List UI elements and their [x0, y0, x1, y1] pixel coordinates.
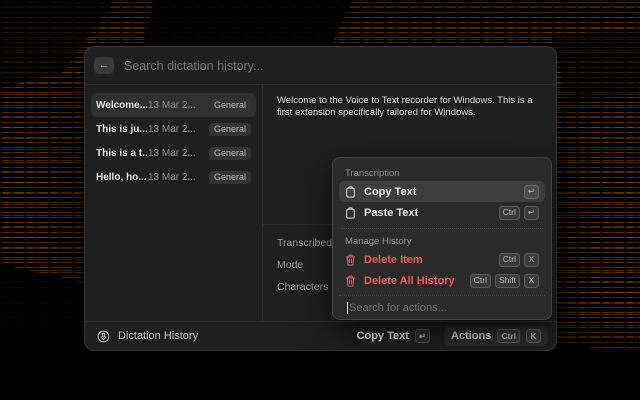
- actions-popup: Transcription Copy Text ↵ Paste Text Ctr…: [332, 157, 552, 320]
- trash-icon: [345, 254, 356, 266]
- list-item[interactable]: This is ju... 13 Mar 2... General: [91, 117, 256, 141]
- ctrl-key: Ctrl: [470, 274, 491, 288]
- ctrl-key: Ctrl: [497, 329, 520, 343]
- menu-item-label: Paste Text: [364, 207, 418, 219]
- item-badge: General: [209, 171, 251, 184]
- menu-item-delete-all-history[interactable]: Delete All History Ctrl Shift X: [339, 270, 545, 291]
- return-key: ↵: [524, 185, 539, 199]
- search-input[interactable]: [124, 59, 544, 73]
- list-item[interactable]: Hello, ho... 13 Mar 2... General: [91, 165, 256, 189]
- menu-item-label: Copy Text: [364, 186, 416, 198]
- item-title: Hello, ho...: [96, 172, 148, 183]
- history-list: Welcome... 13 Mar 2... General This is j…: [85, 85, 263, 321]
- clipboard-icon: [345, 207, 356, 219]
- app-identity: Dictation History: [97, 330, 198, 343]
- k-key: K: [526, 329, 541, 343]
- clipboard-icon: [345, 186, 356, 198]
- shortcut-keys: Ctrl Shift X: [470, 274, 539, 288]
- item-badge: General: [209, 123, 251, 136]
- popup-section-title: Transcription: [339, 166, 545, 181]
- text-cursor: [347, 302, 348, 314]
- return-key: ↵: [415, 329, 430, 343]
- actions-button[interactable]: Actions Ctrl K: [444, 326, 548, 346]
- popup-section-title: Manage History: [339, 234, 545, 249]
- back-arrow-icon: ←: [99, 60, 110, 71]
- search-header: ←: [85, 47, 556, 85]
- item-title: This is a t...: [96, 148, 148, 159]
- menu-item-delete-item[interactable]: Delete Item Ctrl X: [339, 249, 545, 270]
- shortcut-keys: Ctrl ↵: [499, 206, 539, 220]
- shortcut-keys: Ctrl X: [499, 253, 539, 267]
- copy-text-button[interactable]: Copy Text ↵: [357, 329, 430, 343]
- item-badge: General: [209, 147, 251, 160]
- list-item[interactable]: Welcome... 13 Mar 2... General: [91, 93, 256, 117]
- x-key: X: [524, 274, 539, 288]
- item-date: 13 Mar 2...: [148, 100, 196, 111]
- item-date: 13 Mar 2...: [148, 172, 196, 183]
- actions-label: Actions: [451, 330, 491, 342]
- ctrl-key: Ctrl: [499, 206, 520, 220]
- trash-icon: [345, 275, 356, 287]
- actions-search-input[interactable]: Search for actions...: [339, 295, 545, 319]
- microphone-icon: [97, 330, 110, 343]
- actions-search-placeholder: Search for actions...: [349, 302, 447, 314]
- popup-divider: [341, 228, 543, 229]
- copy-text-label: Copy Text: [357, 330, 409, 342]
- menu-item-copy-text[interactable]: Copy Text ↵: [339, 181, 545, 202]
- item-date: 13 Mar 2...: [148, 148, 196, 159]
- item-title: This is ju...: [96, 124, 148, 135]
- x-key: X: [524, 253, 539, 267]
- menu-item-paste-text[interactable]: Paste Text Ctrl ↵: [339, 202, 545, 223]
- shortcut-keys: ↵: [524, 185, 539, 199]
- item-badge: General: [209, 99, 251, 112]
- menu-item-label: Delete Item: [364, 254, 423, 266]
- list-item[interactable]: This is a t... 13 Mar 2... General: [91, 141, 256, 165]
- shift-key: Shift: [495, 274, 520, 288]
- item-title: Welcome...: [96, 100, 148, 111]
- app-name: Dictation History: [118, 330, 198, 342]
- return-key: ↵: [524, 206, 539, 220]
- item-date: 13 Mar 2...: [148, 124, 196, 135]
- menu-item-label: Delete All History: [364, 275, 455, 287]
- ctrl-key: Ctrl: [499, 253, 520, 267]
- status-bar: Dictation History Copy Text ↵ Actions Ct…: [85, 321, 556, 350]
- back-button[interactable]: ←: [94, 57, 114, 74]
